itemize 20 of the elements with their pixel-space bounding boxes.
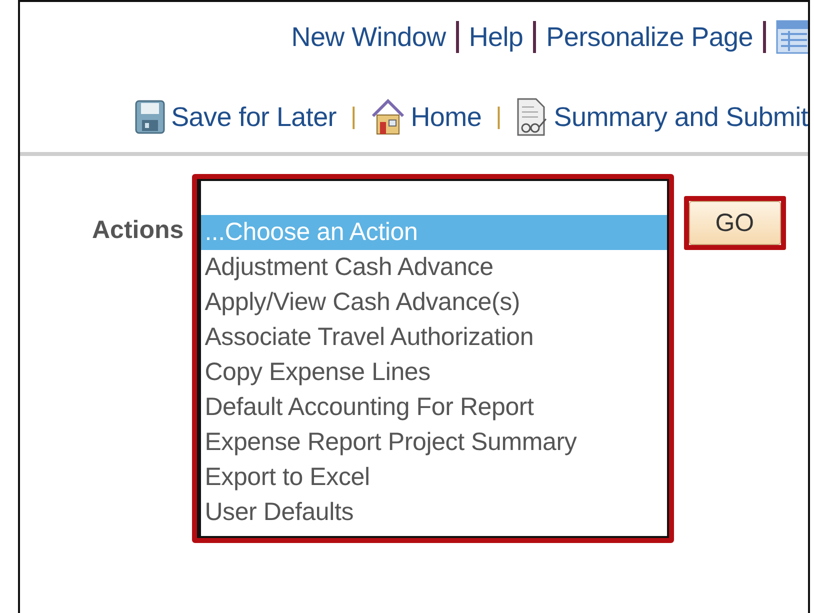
actions-label: Actions [92, 216, 184, 245]
action-option[interactable]: Adjustment Cash Advance [200, 250, 667, 285]
action-option[interactable]: Copy Expense Lines [200, 355, 667, 390]
header-link[interactable]: Help [468, 22, 524, 52]
action-option[interactable]: Export to Excel [200, 460, 667, 495]
action-option[interactable]: Associate Travel Authorization [200, 320, 667, 355]
action-option[interactable]: Default Accounting For Report [200, 390, 667, 425]
action-option[interactable]: Expense Report Project Summary [200, 425, 667, 460]
action-option[interactable]: Apply/View Cash Advance(s) [200, 285, 667, 320]
document-icon [516, 97, 548, 137]
header-link[interactable]: Personalize Page [546, 22, 753, 52]
toolbar-link[interactable]: Save for Later [135, 100, 336, 134]
header-link[interactable]: New Window [291, 22, 446, 52]
go-button[interactable]: GO [688, 201, 781, 245]
toolbar-link[interactable]: Summary and Submit [516, 97, 808, 137]
separator-text: | [350, 103, 357, 131]
house-icon [370, 98, 405, 136]
separator-text: | [496, 103, 502, 131]
toolbar-link[interactable]: Home [370, 98, 482, 136]
action-option[interactable]: User Defaults [200, 495, 667, 530]
